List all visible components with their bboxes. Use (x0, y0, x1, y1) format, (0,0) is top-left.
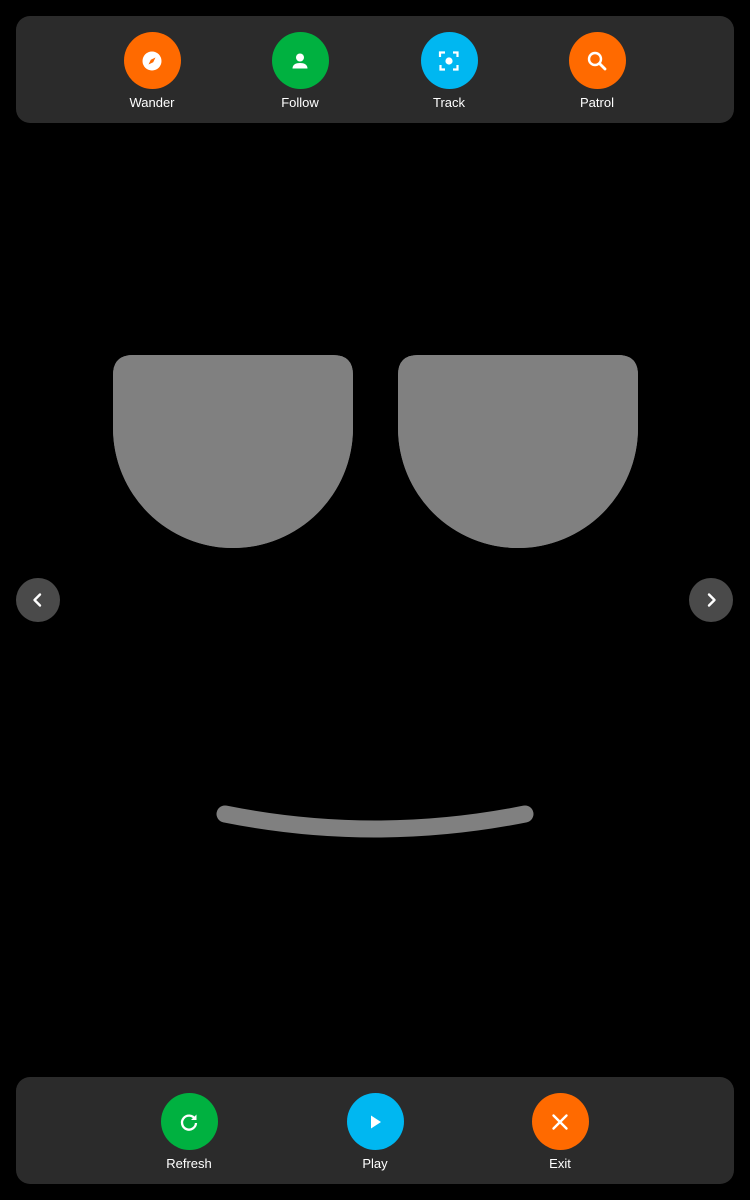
refresh-button-circle[interactable] (160, 1093, 218, 1150)
refresh-button[interactable]: Refresh (139, 1093, 239, 1171)
robot-face (113, 355, 638, 838)
previous-face-button[interactable] (16, 578, 60, 622)
refresh-label: Refresh (166, 1156, 212, 1171)
right-eye-lens (398, 355, 638, 548)
play-icon (371, 1115, 381, 1128)
play-button[interactable]: Play (325, 1093, 425, 1171)
play-label: Play (362, 1156, 388, 1171)
mouth (216, 805, 534, 838)
play-button-circle[interactable] (346, 1093, 404, 1150)
refresh-icon (180, 1114, 198, 1131)
exit-button-circle[interactable] (531, 1093, 589, 1150)
close-icon (552, 1113, 568, 1130)
next-face-button[interactable] (689, 578, 733, 622)
robot-face-screen: Wander Follow Track Patrol Refresh Play … (0, 0, 750, 1200)
action-toolbar: Refresh Play Exit (16, 1077, 734, 1184)
chevron-left-icon (33, 593, 42, 607)
exit-button[interactable]: Exit (510, 1093, 610, 1171)
chevron-right-icon (707, 593, 716, 607)
exit-label: Exit (549, 1156, 571, 1171)
left-eye-lens (113, 355, 353, 548)
